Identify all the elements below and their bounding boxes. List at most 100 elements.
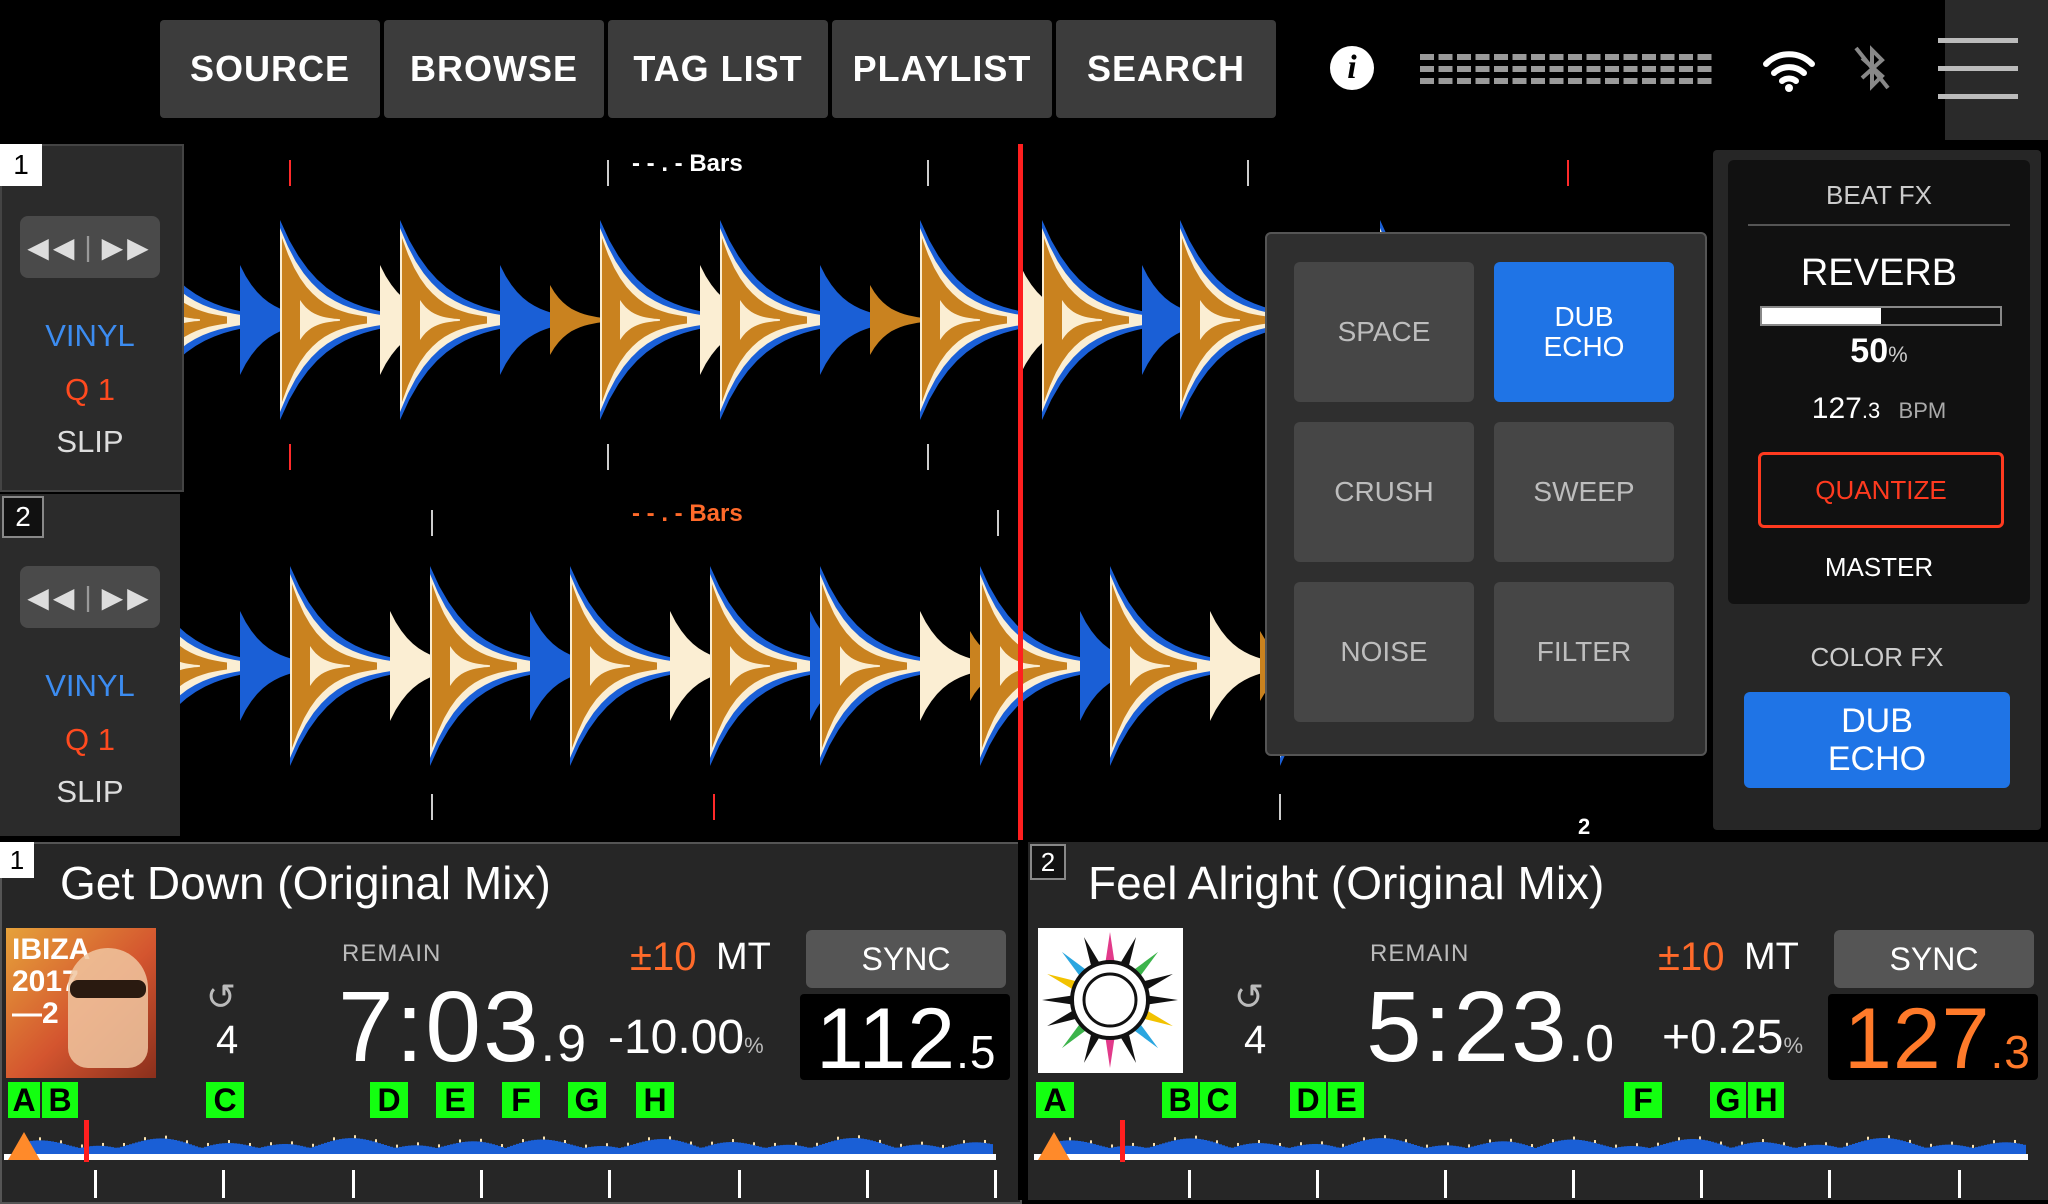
deck1-cue-h[interactable]: H — [636, 1082, 674, 1118]
deck1-tempo-value: -10.00 — [608, 1011, 745, 1064]
deck2-tempo-value: +0.25 — [1662, 1011, 1784, 1064]
overview-ruler-tick — [1444, 1170, 1447, 1198]
beat-fx-bpm-int: 127 — [1811, 392, 1862, 425]
deck1-cue-e[interactable]: E — [436, 1082, 474, 1118]
deck1-cue-c[interactable]: C — [206, 1082, 244, 1118]
beat-fx-level-number: 50 — [1850, 332, 1889, 370]
color-fx-effect-line2: ECHO — [1827, 740, 1927, 778]
nav-playlist-button[interactable]: PLAYLIST — [832, 20, 1052, 118]
beat-fx-level-fill — [1762, 308, 1881, 324]
deck1-bpm-int: 112 — [816, 991, 957, 1087]
overview-ruler-tick — [994, 1170, 997, 1198]
deck2-number-badge: 2 — [2, 496, 44, 538]
deck2-loop-beats[interactable]: 4 — [1244, 1018, 1266, 1063]
deck1-vinyl-label[interactable]: VINYL — [0, 318, 180, 354]
info-icon[interactable]: i — [1330, 46, 1374, 90]
deck2-cue-h[interactable]: H — [1748, 1082, 1784, 1118]
deck2-cue-d[interactable]: D — [1290, 1082, 1326, 1118]
fx-button-sweep[interactable]: SWEEP — [1494, 422, 1674, 562]
deck1-master-tempo[interactable]: MT — [716, 936, 771, 979]
deck2-time-frac: .0 — [1568, 1015, 1617, 1073]
hamburger-menu-icon[interactable] — [1938, 36, 2018, 104]
deck2-track-title: Feel Alright (Original Mix) — [1088, 857, 1605, 909]
overview-ruler-tick — [738, 1170, 741, 1198]
deck2-bpm-display: 127.3 — [1844, 990, 2031, 1089]
deck2-tempo-unit: % — [1783, 1033, 1804, 1058]
deck2-sync-button[interactable]: SYNC — [1834, 930, 2034, 988]
deck1-time-frac: .9 — [540, 1015, 589, 1073]
deck2-cue-c[interactable]: C — [1200, 1082, 1236, 1118]
album-art-face — [68, 948, 148, 1068]
deck2-cue-f[interactable]: F — [1624, 1082, 1662, 1118]
deck1-info-number: 1 — [0, 842, 34, 878]
deck2-album-art[interactable] — [1038, 928, 1183, 1073]
deck2-tempo-percent: +0.25% — [1662, 1010, 1803, 1065]
deck1-time-display[interactable]: 7:03.9 — [338, 970, 588, 1085]
overview-ruler-tick — [94, 1170, 97, 1198]
deck1-seek-button[interactable]: ◀◀ | ▶▶ — [20, 216, 160, 278]
beat-fx-bpm: 127.3 BPM — [1728, 392, 2030, 426]
nav-tag-list-button[interactable]: TAG LIST — [608, 20, 828, 118]
deck2-loop-icon: ↺ — [1234, 976, 1265, 1017]
deck2-cue-e[interactable]: E — [1328, 1082, 1364, 1118]
fx-button-space[interactable]: SPACE — [1294, 262, 1474, 402]
fx-button-crush[interactable]: CRUSH — [1294, 422, 1474, 562]
beat-fx-channel-label[interactable]: MASTER — [1728, 552, 2030, 583]
deck2-bars-label: - - . - Bars — [632, 500, 743, 527]
wifi-icon — [1763, 51, 1815, 92]
deck2-vinyl-label[interactable]: VINYL — [0, 668, 180, 704]
deck2-time-display[interactable]: 5:23.0 — [1366, 970, 1616, 1085]
deck1-slip-label[interactable]: SLIP — [0, 424, 180, 460]
deck2-master-tempo[interactable]: MT — [1744, 936, 1799, 979]
color-fx-effect-line1: DUB — [1841, 702, 1913, 740]
deck1-loop-beats[interactable]: 4 — [216, 1018, 238, 1063]
deck1-cue-d[interactable]: D — [370, 1082, 408, 1118]
deck1-cue-a[interactable]: A — [8, 1082, 40, 1118]
overview-ruler-tick — [222, 1170, 225, 1198]
color-fx-effect-button[interactable]: DUB ECHO — [1744, 692, 2010, 788]
status-indicator — [1420, 54, 1712, 84]
deck1-sync-button[interactable]: SYNC — [806, 930, 1006, 988]
nav-browse-button[interactable]: BROWSE — [384, 20, 604, 118]
deck2-seek-button[interactable]: ◀◀ | ▶▶ — [20, 566, 160, 628]
sun-logo-icon — [1042, 932, 1178, 1068]
deck1-album-art[interactable]: IBIZA 2017 —2 — [6, 928, 156, 1078]
overview-ruler-tick — [1188, 1170, 1191, 1198]
deck2-cue-g[interactable]: G — [1710, 1082, 1746, 1118]
nav-search-button[interactable]: SEARCH — [1056, 20, 1276, 118]
deck1-cue-b[interactable]: B — [42, 1082, 78, 1118]
beat-fx-level-bar[interactable] — [1760, 306, 2002, 326]
fx-button-dub-echo[interactable]: DUB ECHO — [1494, 262, 1674, 402]
deck2-overview[interactable] — [1034, 1120, 2044, 1170]
deck2-slip-label[interactable]: SLIP — [0, 774, 180, 810]
deck2-bpm-int: 127 — [1844, 991, 1991, 1087]
beat-fx-level-unit: % — [1888, 342, 1908, 367]
overview-ruler-tick — [352, 1170, 355, 1198]
deck2-tempo-range[interactable]: ±10 — [1658, 935, 1724, 980]
deck1-cue-g[interactable]: G — [568, 1082, 606, 1118]
deck1-bars-label: - - . - Bars — [632, 150, 743, 177]
bluetooth-icon — [1854, 45, 1890, 91]
beat-fx-header: BEAT FX — [1826, 180, 1932, 210]
overview-ruler-tick — [480, 1170, 483, 1198]
beat-fx-effect-name[interactable]: REVERB — [1728, 252, 2030, 295]
nav-source-button[interactable]: SOURCE — [160, 20, 380, 118]
deck1-cue-f[interactable]: F — [502, 1082, 540, 1118]
deck2-info-number: 2 — [1030, 844, 1066, 880]
overview-ruler-tick — [1572, 1170, 1575, 1198]
deck2-cue-a[interactable]: A — [1036, 1082, 1074, 1118]
deck2-quantize-label[interactable]: Q 1 — [0, 722, 180, 758]
deck1-tempo-range[interactable]: ±10 — [630, 935, 696, 980]
deck2-cue-b[interactable]: B — [1162, 1082, 1198, 1118]
beat-fx-quantize-button[interactable]: QUANTIZE — [1758, 452, 2004, 528]
sunglasses-icon — [70, 980, 146, 998]
deck2-time-main: 5:23 — [1366, 971, 1569, 1083]
deck1-quantize-label[interactable]: Q 1 — [0, 372, 180, 408]
fast-forward-icon: ▶▶ — [101, 231, 153, 263]
waveform-marker-number: 2 — [1578, 814, 1591, 839]
deck2-bpm-frac: .3 — [1990, 1026, 2031, 1078]
beat-fx-divider — [1748, 224, 2010, 226]
deck1-overview[interactable] — [4, 1120, 1012, 1170]
fx-button-filter[interactable]: FILTER — [1494, 582, 1674, 722]
fx-button-noise[interactable]: NOISE — [1294, 582, 1474, 722]
